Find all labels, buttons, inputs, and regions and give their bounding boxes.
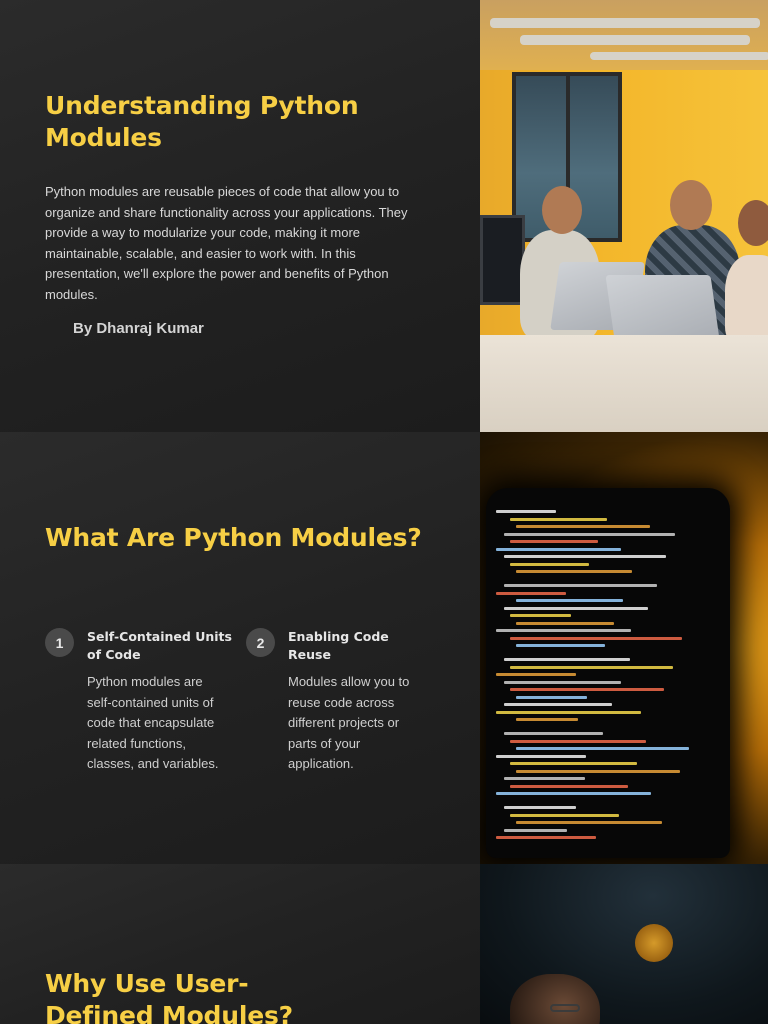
feature-description: Python modules are self-contained units … <box>87 674 219 772</box>
developer-portrait-image <box>480 864 768 1024</box>
slide-text-panel: Why Use User-Defined Modules? <box>0 864 480 1024</box>
number-badge: 2 <box>246 628 275 657</box>
slide-text-panel: What Are Python Modules? 1 Self-Containe… <box>0 432 480 864</box>
feature-description: Modules allow you to reuse code across d… <box>288 674 410 772</box>
slide-heading: Why Use User-Defined Modules? <box>45 969 293 1024</box>
intro-paragraph: Python modules are reusable pieces of co… <box>45 184 408 302</box>
office-team-image <box>480 0 768 432</box>
slide-what-are-modules: What Are Python Modules? 1 Self-Containe… <box>0 432 768 864</box>
slide-title-heading: Understanding Python Modules <box>45 91 359 152</box>
feature-title: Enabling Code Reuse <box>288 629 389 662</box>
slide-why-user-defined: Why Use User-Defined Modules? <box>0 864 768 1024</box>
code-screen-image <box>480 432 768 864</box>
feature-title: Self-Contained Units of Code <box>87 629 232 662</box>
slide-title: Understanding Python Modules Python modu… <box>0 0 768 432</box>
number-badge: 1 <box>45 628 74 657</box>
slide-text-panel: Understanding Python Modules Python modu… <box>0 0 480 432</box>
slide-heading: What Are Python Modules? <box>45 523 422 552</box>
author-name: By Dhanraj Kumar <box>73 320 204 337</box>
